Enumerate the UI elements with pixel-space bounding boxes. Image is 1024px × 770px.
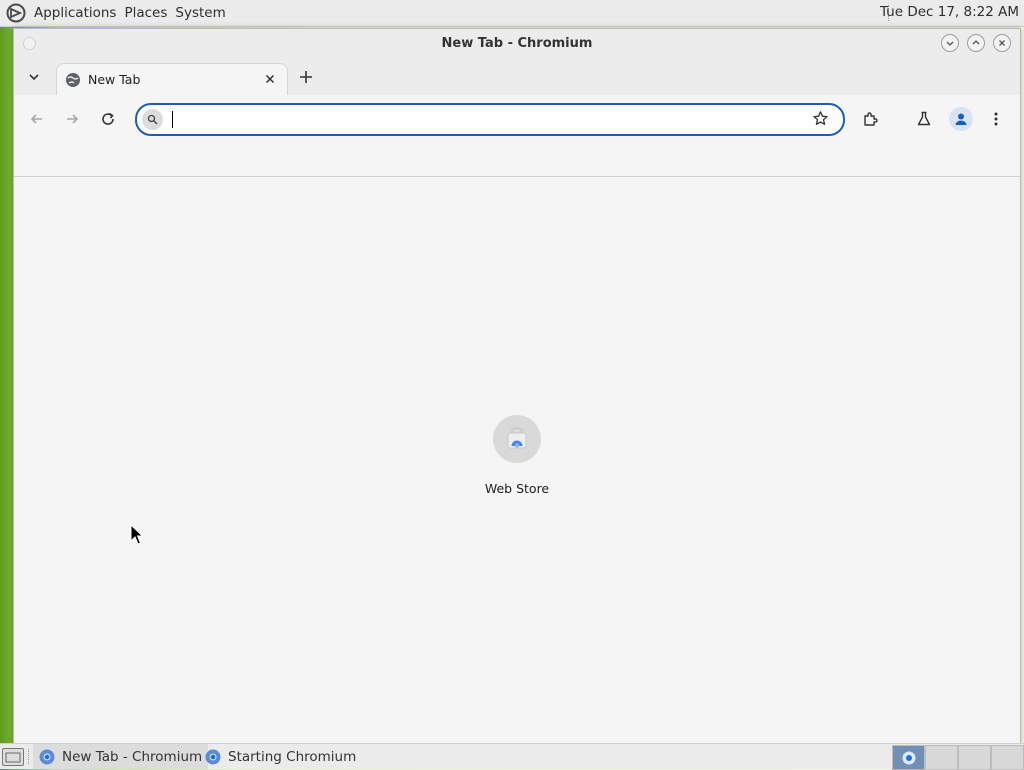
chevron-up-icon xyxy=(972,40,980,45)
window-title: New Tab - Chromium xyxy=(441,36,593,51)
search-icon xyxy=(142,109,163,130)
tab-close-button[interactable] xyxy=(261,70,279,88)
taskbar-item-label: New Tab - Chromium xyxy=(62,748,203,765)
system-menu[interactable]: System xyxy=(171,5,229,21)
forward-icon xyxy=(67,114,79,124)
taskbar-handle xyxy=(28,749,31,764)
back-icon xyxy=(30,114,42,124)
web-store-icon xyxy=(493,415,541,463)
bookmark-star-icon[interactable] xyxy=(812,110,829,127)
taskbar-item-label: Starting Chromium xyxy=(228,748,357,765)
back-button[interactable] xyxy=(26,108,48,130)
chevron-down-icon xyxy=(29,74,39,81)
profile-icon xyxy=(955,113,967,125)
address-bar[interactable] xyxy=(135,103,845,136)
chevron-down-icon xyxy=(946,41,954,46)
reload-icon xyxy=(102,112,114,125)
distro-logo-icon[interactable] xyxy=(6,3,26,23)
shortcut-web-store[interactable]: Web Store xyxy=(477,415,557,505)
tab-search-button[interactable] xyxy=(22,65,46,89)
tab-strip: New Tab xyxy=(14,58,1020,96)
shortcut-label: Web Store xyxy=(484,481,550,496)
forward-button[interactable] xyxy=(61,108,83,130)
profile-button[interactable] xyxy=(949,107,973,131)
main-menu-button[interactable] xyxy=(985,108,1007,130)
workspace-2[interactable] xyxy=(925,745,958,770)
close-icon xyxy=(265,74,275,84)
desktop-icon xyxy=(5,752,21,763)
clock[interactable]: Tue Dec 17, 8:22 AM xyxy=(880,4,1019,20)
bottom-taskbar: New Tab - Chromium Starting Chromium xyxy=(0,743,1024,770)
new-tab-button[interactable] xyxy=(296,67,316,87)
address-input[interactable] xyxy=(171,109,805,132)
labs-button[interactable] xyxy=(913,108,935,130)
reload-button[interactable] xyxy=(97,108,119,130)
text-caret xyxy=(172,111,173,128)
places-menu[interactable]: Places xyxy=(120,5,171,21)
chromium-icon xyxy=(205,749,221,764)
top-panel: Applications Places System Tue Dec 17, 8… xyxy=(0,0,1024,27)
window-titlebar[interactable]: New Tab - Chromium xyxy=(14,29,1020,58)
extensions-icon xyxy=(864,112,878,126)
menu-icon xyxy=(994,112,998,126)
browser-toolbar xyxy=(14,95,1020,143)
close-window-button[interactable] xyxy=(993,34,1011,52)
new-tab-page: Web Store xyxy=(14,177,1020,743)
minimize-button[interactable] xyxy=(941,34,959,52)
chromium-icon xyxy=(902,751,915,764)
browser-window: New Tab - Chromium New Tab Web Store xyxy=(13,28,1021,744)
workspace-3[interactable] xyxy=(958,745,991,770)
tab-new-tab[interactable]: New Tab xyxy=(56,63,288,96)
workspace-4[interactable] xyxy=(991,745,1024,770)
taskbar-item-new-tab-chromium[interactable]: New Tab - Chromium xyxy=(33,744,209,769)
globe-icon xyxy=(66,73,80,87)
tab-label: New Tab xyxy=(88,72,141,87)
plus-icon xyxy=(300,71,312,83)
maximize-button[interactable] xyxy=(967,34,985,52)
extensions-button[interactable] xyxy=(860,108,882,130)
applications-menu[interactable]: Applications xyxy=(30,5,120,21)
taskbar-item-starting-chromium[interactable]: Starting Chromium xyxy=(199,744,362,769)
close-icon xyxy=(999,40,1005,46)
bookmarks-bar xyxy=(14,143,1020,177)
workspace-1[interactable] xyxy=(892,745,925,770)
mouse-pointer-icon xyxy=(130,524,144,545)
labs-flask-icon xyxy=(917,111,931,126)
chromium-icon xyxy=(39,749,55,764)
show-desktop-button[interactable] xyxy=(2,748,24,766)
